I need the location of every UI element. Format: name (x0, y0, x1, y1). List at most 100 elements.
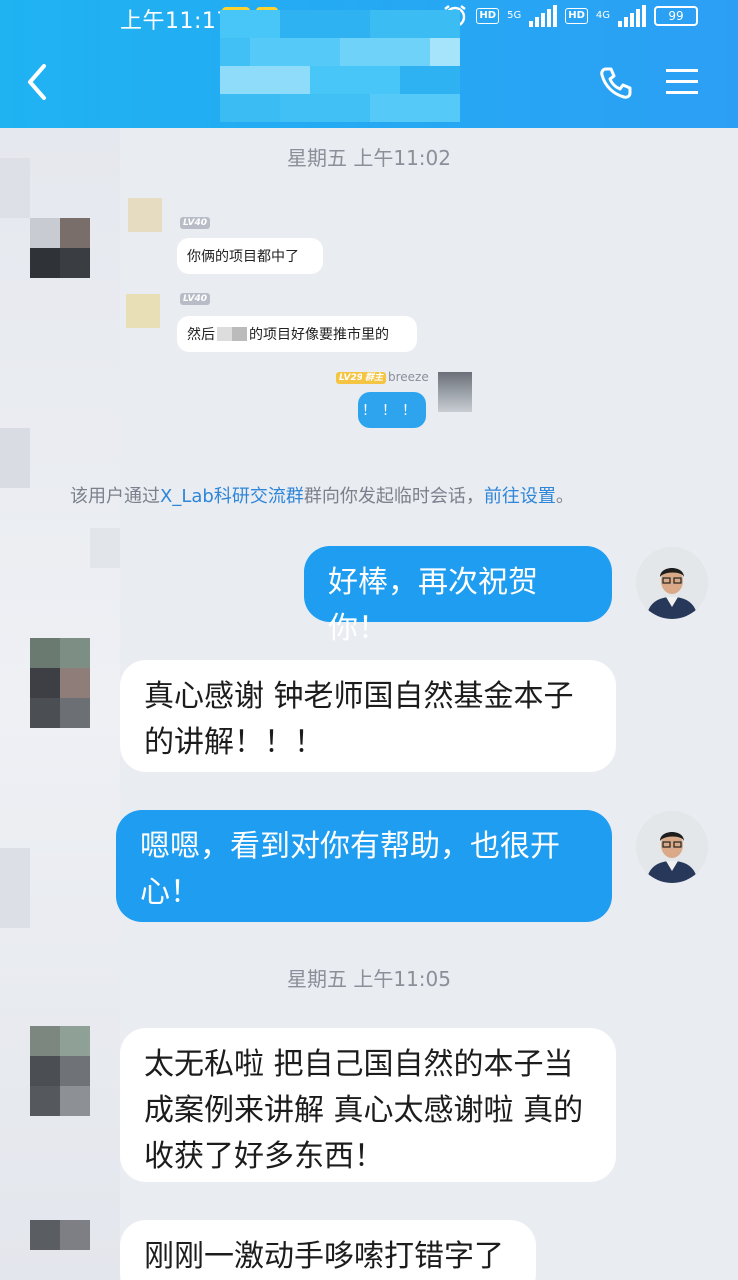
hd-badge-2: HD (565, 8, 588, 24)
pixel-block (460, 10, 490, 38)
pixel-block (400, 66, 430, 94)
pixel-block (30, 1026, 60, 1056)
pixel-block (60, 1220, 90, 1250)
pixel-block (280, 38, 310, 66)
pixel-block (190, 66, 220, 94)
received-message[interactable]: 真心感谢 钟老师国自然基金本子 的讲解！！！ (120, 660, 616, 772)
timestamp: 星期五 上午11:05 (287, 967, 451, 991)
pixel-block (430, 66, 460, 94)
message-line: 嗯嗯，看到对你有帮助，也很开 (140, 829, 560, 864)
received-message[interactable]: 刚刚一激动手哆嗦打错字了 (120, 1220, 536, 1280)
quoted-message-2: 然后 的项目好像要推市里的 (177, 316, 417, 352)
battery-icon: 99 (654, 6, 698, 26)
signal-icon (529, 5, 558, 27)
pixel-block (250, 66, 280, 94)
pixel-block (250, 94, 280, 122)
pixel-block (190, 94, 220, 122)
timestamp: 星期五 上午11:02 (287, 146, 451, 170)
pixel-block (60, 1026, 90, 1056)
received-message[interactable]: 太无私啦 把自己国自然的本子当 成案例来讲解 真心太感谢啦 真的 收获了好多东西… (120, 1028, 616, 1182)
pixel-block (250, 38, 280, 66)
pixel-block (340, 38, 370, 66)
pixel-block (280, 66, 310, 94)
network-5g: 5G (507, 10, 522, 21)
group-link[interactable]: X_Lab科研交流群 (160, 486, 304, 507)
my-avatar[interactable] (636, 547, 708, 619)
redacted-block (217, 327, 247, 341)
pixel-block (370, 94, 400, 122)
pixel-block (60, 698, 90, 728)
quoted-sender-name: breeze (388, 370, 429, 384)
level-badge: LV40 (180, 217, 210, 229)
pixel-block (460, 94, 490, 122)
back-arrow-icon[interactable] (22, 62, 52, 102)
phone-icon[interactable] (598, 65, 634, 101)
pixel-block (60, 668, 90, 698)
pixel-block (400, 10, 430, 38)
quoted-message-2-b: 的项目好像要推市里的 (249, 327, 389, 343)
pixel-block (340, 10, 370, 38)
pixel-block (340, 66, 370, 94)
pixel-block (30, 668, 60, 698)
pixel-block (0, 848, 30, 928)
pixel-block (60, 218, 90, 248)
pixel-block (370, 66, 400, 94)
blurred-avatar-strip (0, 128, 120, 1280)
message-line: 的讲解！！！ (144, 725, 324, 760)
pixel-block (60, 1056, 90, 1086)
sent-message[interactable]: 嗯嗯，看到对你有帮助，也很开 心！ (116, 810, 612, 922)
settings-link[interactable]: 前往设置 (484, 486, 556, 507)
pixel-block (220, 94, 250, 122)
signal-icon-2 (618, 5, 646, 27)
pixel-block (220, 66, 250, 94)
quoted-avatar-2 (126, 294, 160, 328)
chat-header: 上午11:17 闹钟 米 HD 5G HD 4G (0, 0, 738, 128)
quoted-avatar-3 (438, 372, 472, 412)
message-line: 心！ (140, 875, 200, 910)
my-avatar[interactable] (636, 811, 708, 883)
pixel-block (190, 38, 220, 66)
note-suffix: 群向你发起临时会话， (303, 486, 484, 507)
pixel-block (30, 248, 60, 278)
quoted-avatar-1 (128, 198, 162, 232)
pixel-block (30, 1086, 60, 1116)
pixel-block (30, 638, 60, 668)
menu-icon[interactable] (664, 66, 700, 98)
pixel-block (60, 638, 90, 668)
pixel-block (30, 1220, 60, 1250)
pixel-block (400, 38, 430, 66)
pixel-block (370, 10, 400, 38)
message-line: 真心感谢 钟老师国自然基金本子 (144, 679, 574, 714)
message-line: 收获了好多东西！ (144, 1139, 384, 1174)
message-line: 成案例来讲解 真心太感谢啦 真的 (144, 1093, 584, 1128)
quoted-message-1: 你俩的项目都中了 (177, 238, 323, 274)
pixel-block (310, 38, 340, 66)
temp-session-note: 该用户通过X_Lab科研交流群群向你发起临时会话，前往设置。 (70, 482, 574, 508)
pixel-block (430, 94, 460, 122)
owner-badge: 群主 (362, 372, 387, 384)
pixel-block (310, 94, 340, 122)
pixel-block (30, 218, 60, 248)
pixel-block (0, 428, 30, 488)
message-line: 太无私啦 把自己国自然的本子当 (144, 1047, 574, 1082)
pixel-block (60, 1086, 90, 1116)
pixel-block (30, 1056, 60, 1086)
sent-message[interactable]: 好棒，再次祝贺你！ (304, 546, 612, 646)
pixel-block (30, 698, 60, 728)
pixel-block (190, 10, 220, 38)
pixel-block (460, 38, 490, 66)
quoted-message-2-a: 然后 (187, 327, 215, 343)
pixel-block (370, 38, 400, 66)
pixel-block (310, 66, 340, 94)
network-4g: 4G (595, 10, 610, 21)
pixel-block (430, 10, 460, 38)
pixel-block (60, 248, 90, 278)
pixel-block (460, 66, 490, 94)
pixel-block (280, 94, 310, 122)
quoted-message-3: ！！！ (358, 392, 426, 428)
pixel-block (220, 10, 250, 38)
level-badge-2: LV40 (180, 293, 210, 305)
blurred-title (190, 10, 490, 122)
pixel-block (400, 94, 430, 122)
note-prefix: 该用户通过 (70, 486, 160, 507)
